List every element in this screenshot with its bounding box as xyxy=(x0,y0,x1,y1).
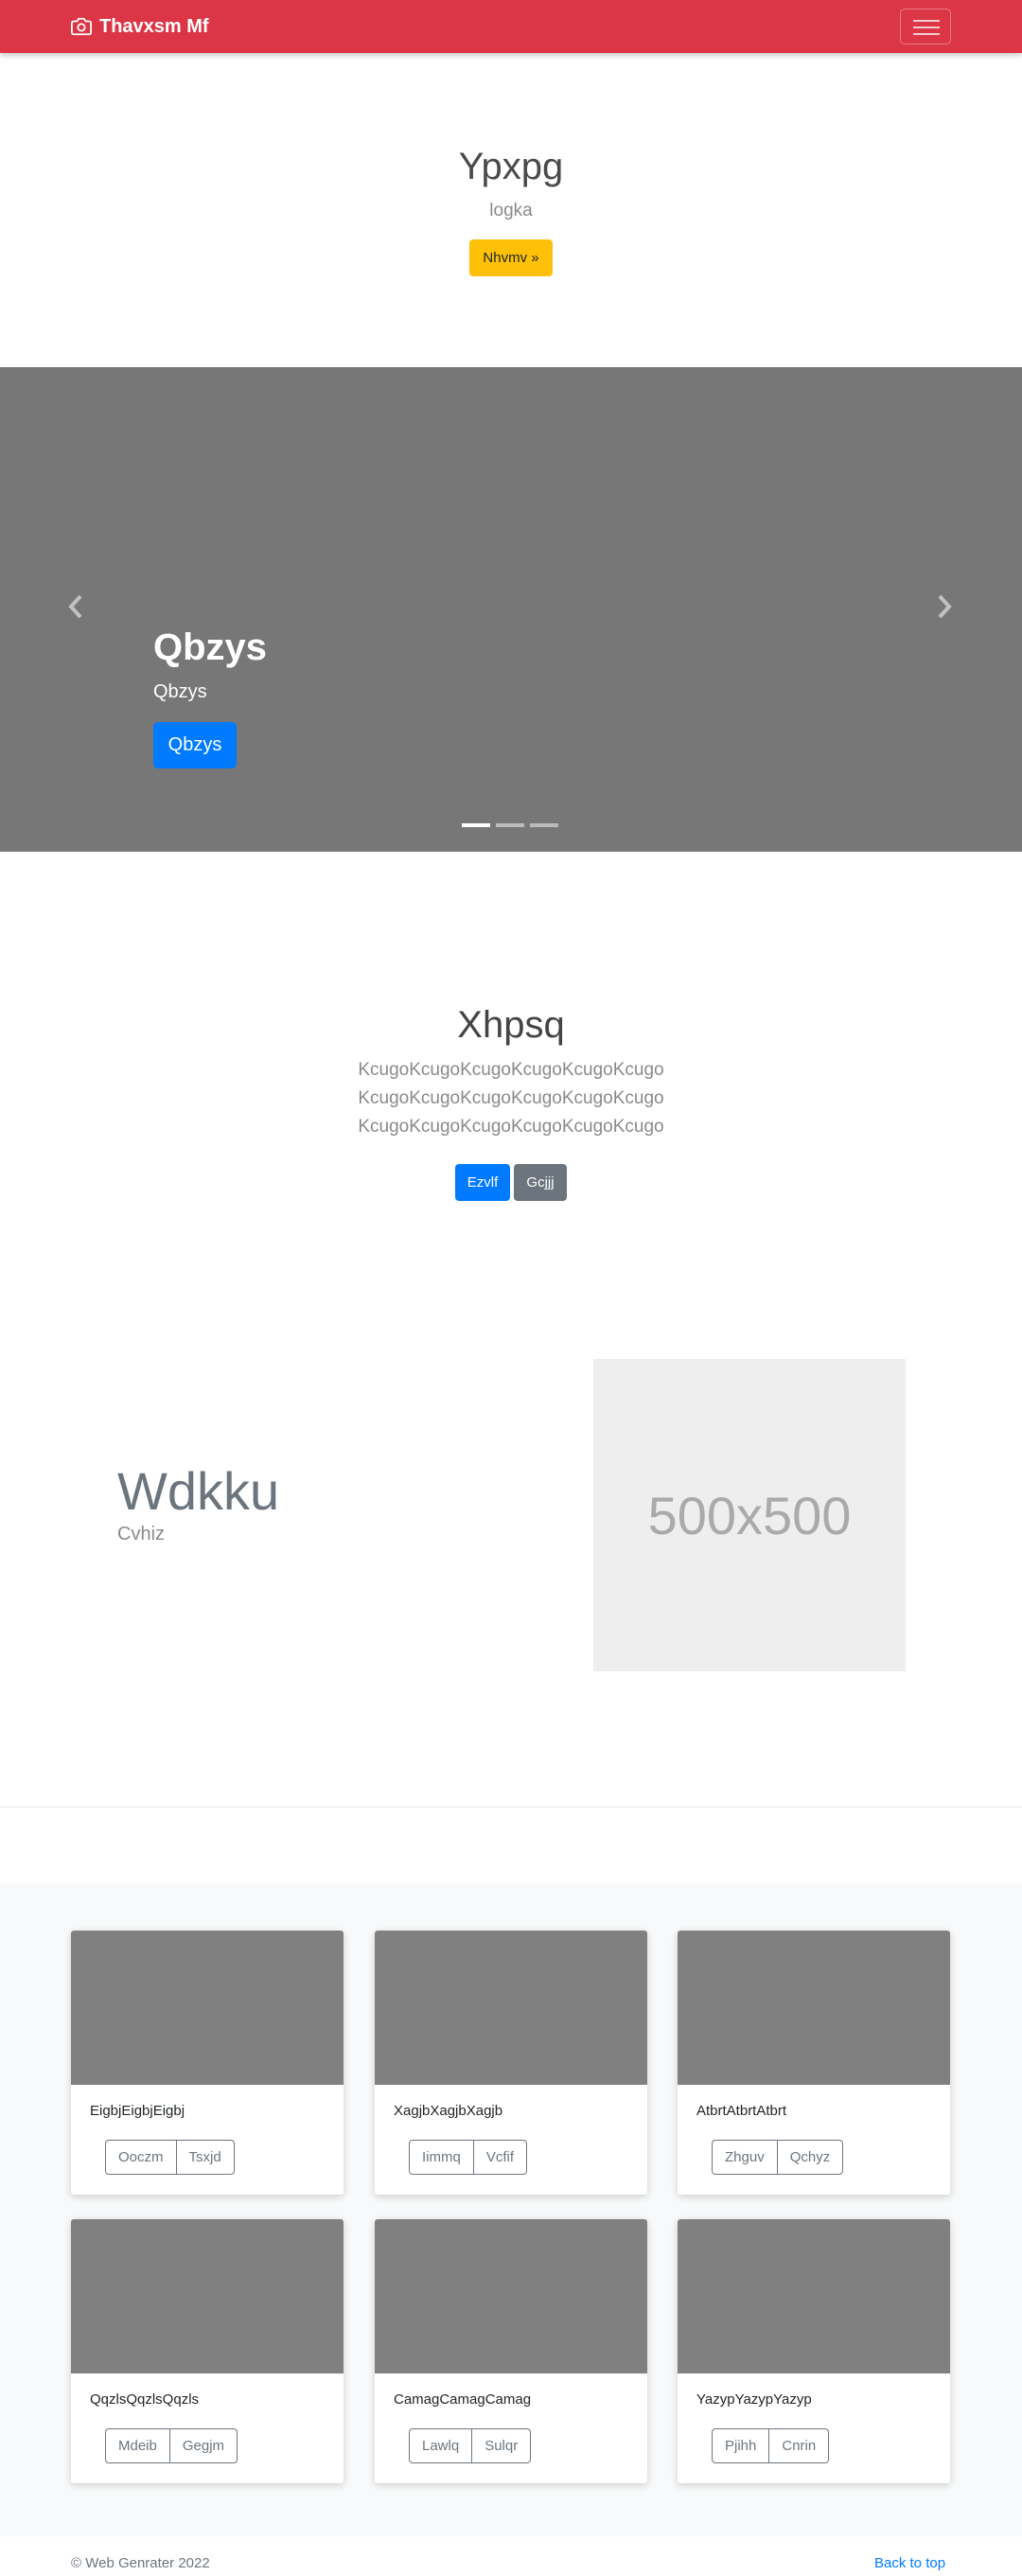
card: CamagCamagCamag Lawlq Sulqr xyxy=(375,2219,647,2483)
carousel: Qbzys Qbzys Qbzys xyxy=(0,367,1022,852)
card-thumbnail xyxy=(375,1931,647,2085)
card-text: QqzlsQqzlsQqzls xyxy=(90,2391,200,2408)
hero-subtitle: logka xyxy=(489,201,533,221)
carousel-indicator[interactable] xyxy=(496,823,524,827)
card-button[interactable]: Qchyz xyxy=(777,2140,844,2175)
carousel-prev-button[interactable] xyxy=(64,591,87,623)
card-button[interactable]: Mdeib xyxy=(105,2428,170,2463)
card: EigbjEigbjEigbj Ooczm Tsxjd xyxy=(71,1931,344,2195)
card-text: YazypYazypYazyp xyxy=(696,2391,812,2408)
card-button[interactable]: Sulqr xyxy=(472,2428,532,2463)
feature-subtitle: Cvhiz xyxy=(117,1524,166,1544)
hamburger-icon xyxy=(913,33,940,35)
card-button-group: Zhguv Qchyz xyxy=(712,2140,844,2175)
card-button[interactable]: Gegjm xyxy=(169,2428,238,2463)
brand-link[interactable]: Thavxsm Mf xyxy=(71,0,209,53)
card-button-group: Pjihh Cnrin xyxy=(712,2428,830,2463)
card-thumbnail xyxy=(71,2219,344,2373)
card-button[interactable]: Vcfif xyxy=(473,2140,528,2175)
card: AtbrtAtbrtAtbrt Zhguv Qchyz xyxy=(678,1931,950,2195)
chevron-left-icon xyxy=(68,594,82,619)
card-thumbnail xyxy=(678,2219,950,2373)
chevron-right-icon xyxy=(938,594,952,619)
carousel-indicator[interactable] xyxy=(530,823,558,827)
card-button[interactable]: Ooczm xyxy=(105,2140,177,2175)
card-text: EigbjEigbjEigbj xyxy=(90,2103,185,2119)
card-text: XagjbXagjbXagjb xyxy=(394,2103,503,2119)
album-section: EigbjEigbjEigbj Ooczm Tsxjd XagjbXagjbXa… xyxy=(0,1883,1022,2536)
hamburger-icon xyxy=(913,26,940,28)
card-button[interactable]: Zhguv xyxy=(712,2140,778,2175)
card-button-group: Mdeib Gegjm xyxy=(105,2428,238,2463)
hamburger-icon xyxy=(913,20,940,22)
card-button-group: Iimmq Vcfif xyxy=(409,2140,528,2175)
back-to-top-link[interactable]: Back to top xyxy=(874,2555,945,2571)
card-button-group: Ooczm Tsxjd xyxy=(105,2140,235,2175)
card-thumbnail xyxy=(71,1931,344,2085)
carousel-next-button[interactable] xyxy=(933,591,956,623)
section-title: Xhpsq xyxy=(457,1004,565,1046)
card-button[interactable]: Iimmq xyxy=(409,2140,474,2175)
card-thumbnail xyxy=(375,2219,647,2373)
card-thumbnail xyxy=(678,1931,950,2085)
navbar-toggler-button[interactable] xyxy=(900,9,951,44)
card-button[interactable]: Pjihh xyxy=(712,2428,770,2463)
card-button[interactable]: Cnrin xyxy=(769,2428,830,2463)
card-text: CamagCamagCamag xyxy=(394,2391,532,2408)
section-text-line: KcugoKcugoKcugoKcugoKcugoKcugo xyxy=(358,1060,664,1080)
card-button[interactable]: Tsxjd xyxy=(176,2140,235,2175)
section-text-line: KcugoKcugoKcugoKcugoKcugoKcugo xyxy=(358,1088,664,1108)
brand-label: Thavxsm Mf xyxy=(99,15,209,37)
feature-title: Wdkku xyxy=(117,1461,280,1521)
card: QqzlsQqzlsQqzls Mdeib Gegjm xyxy=(71,2219,344,2483)
carousel-indicators xyxy=(462,823,558,827)
hero-title: Ypxpg xyxy=(458,146,564,187)
card-button-group: Lawlq Sulqr xyxy=(409,2428,532,2463)
card-button[interactable]: Lawlq xyxy=(409,2428,473,2463)
card: XagjbXagjbXagjb Iimmq Vcfif xyxy=(375,1931,647,2195)
primary-button[interactable]: Ezvlf xyxy=(455,1164,510,1201)
carousel-text: Qbzys xyxy=(153,681,207,702)
divider xyxy=(0,1807,1022,1808)
footer-copyright: © Web Genrater 2022 xyxy=(71,2555,210,2571)
carousel-title: Qbzys xyxy=(153,626,268,668)
secondary-button[interactable]: Gcjjj xyxy=(514,1164,567,1201)
camera-icon xyxy=(71,16,92,37)
navbar: Thavxsm Mf xyxy=(0,0,1022,53)
carousel-button[interactable]: Qbzys xyxy=(153,722,237,768)
section-text-line: KcugoKcugoKcugoKcugoKcugoKcugo xyxy=(358,1117,664,1137)
card: YazypYazypYazyp Pjihh Cnrin xyxy=(678,2219,950,2483)
carousel-indicator[interactable] xyxy=(462,823,490,827)
card-text: AtbrtAtbrtAtbrt xyxy=(696,2103,787,2119)
hero-button[interactable]: Nhvmv » xyxy=(469,239,553,276)
feature-image-placeholder: 500x500 xyxy=(593,1359,906,1671)
